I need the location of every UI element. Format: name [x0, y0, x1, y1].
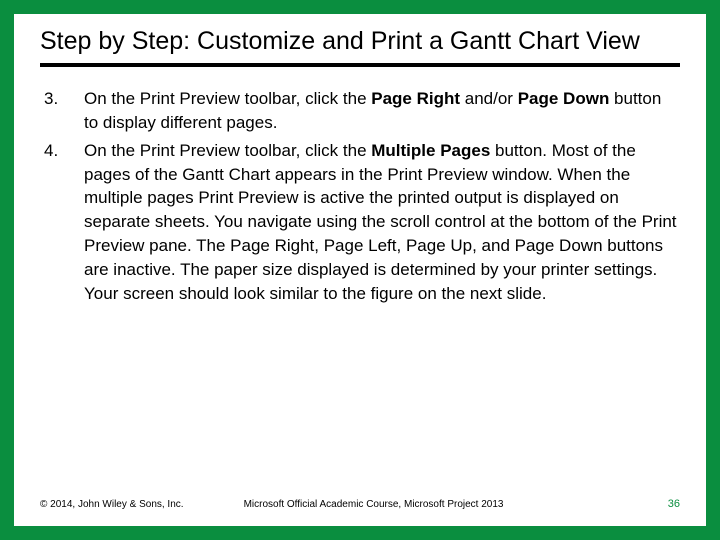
- step3-text-b: and/or: [460, 89, 518, 108]
- step-item-4: On the Print Preview toolbar, click the …: [40, 139, 680, 306]
- footer: © 2014, John Wiley & Sons, Inc. Microsof…: [40, 498, 680, 510]
- step-item-3: On the Print Preview toolbar, click the …: [40, 87, 680, 135]
- slide: Step by Step: Customize and Print a Gant…: [14, 14, 706, 526]
- step3-bold-page-down: Page Down: [518, 89, 610, 108]
- step3-bold-page-right: Page Right: [371, 89, 460, 108]
- step4-text-a: On the Print Preview toolbar, click the: [84, 141, 371, 160]
- step-list: On the Print Preview toolbar, click the …: [40, 87, 680, 305]
- course-text: Microsoft Official Academic Course, Micr…: [244, 499, 668, 510]
- step4-bold-multiple-pages: Multiple Pages: [371, 141, 490, 160]
- step4-text-b: button. Most of the pages of the Gantt C…: [84, 141, 677, 303]
- copyright-text: © 2014, John Wiley & Sons, Inc.: [40, 499, 184, 510]
- slide-title: Step by Step: Customize and Print a Gant…: [40, 26, 680, 67]
- step3-text-a: On the Print Preview toolbar, click the: [84, 89, 371, 108]
- page-number: 36: [668, 498, 680, 510]
